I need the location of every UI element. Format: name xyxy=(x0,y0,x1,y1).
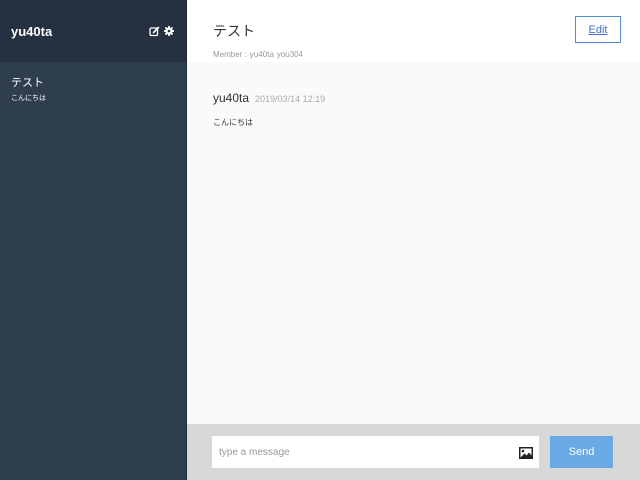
message-list: yu40ta 2019/03/14 12:19 こんにちは xyxy=(187,62,640,424)
header-icons xyxy=(149,26,174,37)
send-button[interactable]: Send xyxy=(550,436,613,468)
image-icon[interactable] xyxy=(519,446,533,464)
group-item-test[interactable]: テスト こんにちは xyxy=(0,62,186,103)
member-name: you304 xyxy=(276,50,304,59)
message-header: yu40ta 2019/03/14 12:19 xyxy=(213,91,325,105)
gear-icon[interactable] xyxy=(164,26,174,36)
group-last-message: こんにちは xyxy=(11,95,46,102)
sidebar-header: yu40ta xyxy=(0,0,186,62)
chat-app: yu40ta テスト こんにちは テスト Member: yu40ta you… xyxy=(0,0,640,480)
chat-main: テスト Member : yu40ta you304 Edit yu40ta 201… xyxy=(187,0,640,480)
current-username: yu40ta xyxy=(11,23,53,39)
edit-button[interactable]: Edit xyxy=(575,16,621,43)
message-time: 2019/03/14 12:19 xyxy=(255,94,326,104)
chat-header: テスト Member : yu40ta you304 Edit xyxy=(187,0,640,62)
group-name: テスト xyxy=(11,77,44,89)
message-item: yu40ta 2019/03/14 12:19 こんにちは xyxy=(213,91,325,128)
message-input[interactable] xyxy=(212,436,512,468)
edit-icon[interactable] xyxy=(149,26,160,37)
message-input-wrap xyxy=(212,436,539,468)
sidebar: yu40ta テスト こんにちは xyxy=(0,0,187,480)
chat-title: テスト xyxy=(213,23,255,39)
message-user: yu40ta xyxy=(213,91,250,105)
message-text: こんにちは xyxy=(213,118,253,127)
member-list: Member : yu40ta you304 xyxy=(213,50,306,59)
member-name: yu40ta xyxy=(249,50,274,59)
message-form: Send xyxy=(187,424,640,480)
members-label: Member : xyxy=(213,50,247,59)
